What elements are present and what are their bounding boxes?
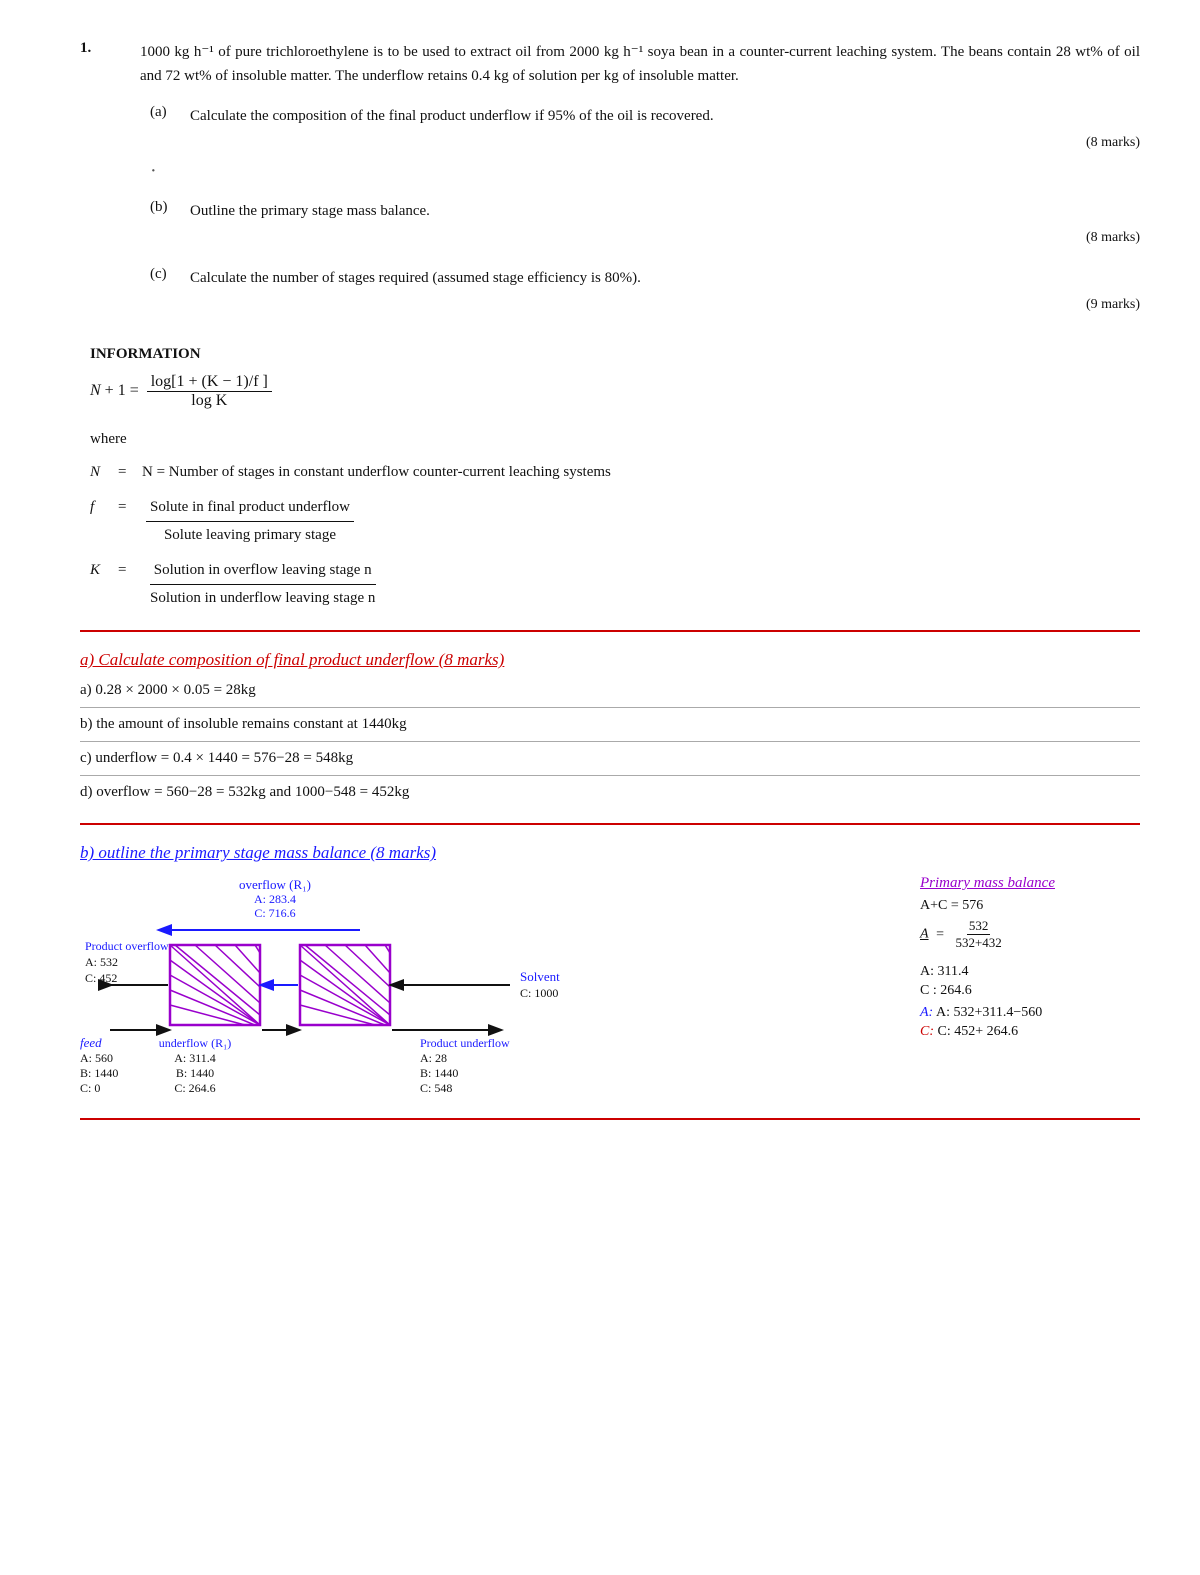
sub-a-label: (a) bbox=[150, 104, 180, 154]
pmc-line6: C: 452+ 264.6 bbox=[938, 1024, 1019, 1039]
question-number: 1. bbox=[80, 40, 120, 316]
def-f-den: Solute leaving primary stage bbox=[160, 522, 340, 549]
formula-block: N + 1 = log[1 + (K − 1)/f ] log K bbox=[90, 373, 1140, 410]
def-k-var: K bbox=[90, 557, 108, 584]
primary-mass-balance: Primary mass balance A+C = 576 A = 532 5… bbox=[920, 875, 1140, 1043]
answer-b-section: b) outline the primary stage mass balanc… bbox=[80, 843, 1140, 1100]
answer-b-title: b) outline the primary stage mass balanc… bbox=[80, 843, 1140, 863]
def-f-num: Solute in final product underflow bbox=[146, 494, 354, 522]
formula-numerator: log[1 + (K − 1)/f ] bbox=[147, 373, 272, 392]
sub-b-text: Outline the primary stage mass balance. bbox=[190, 203, 430, 219]
info-title: INFORMATION bbox=[90, 346, 1140, 363]
product-overflow-label: Product overflow bbox=[85, 939, 169, 953]
divider-a2 bbox=[80, 741, 1140, 742]
product-underflow-B: B: 1440 bbox=[420, 1066, 458, 1080]
def-k-desc: Solution in overflow leaving stage n Sol… bbox=[142, 557, 1140, 612]
sub-c-text: Calculate the number of stages required … bbox=[190, 270, 641, 286]
red-divider-2 bbox=[80, 823, 1140, 825]
where-label: where bbox=[90, 426, 1140, 453]
answer-a-line-a: a) 0.28 × 2000 × 0.05 = 28kg bbox=[80, 678, 1140, 703]
underflow-B: B: 1440 bbox=[176, 1066, 214, 1080]
sub-c-marks: (9 marks) bbox=[190, 294, 1140, 316]
sub-c-label: (c) bbox=[150, 266, 180, 316]
answer-a-title: a) Calculate composition of final produc… bbox=[80, 650, 1140, 670]
product-underflow-C: C: 548 bbox=[420, 1081, 452, 1095]
pmc-frac-line: A = 532 532+432 bbox=[920, 918, 1140, 951]
feed-label: feed bbox=[80, 1035, 102, 1050]
pmc-frac-A: A bbox=[920, 927, 929, 942]
diagram-wrapper: overflow (R₁) A: 283.4 C: 716.6 bbox=[80, 875, 1140, 1100]
product-underflow-label: Product underflow bbox=[420, 1036, 510, 1050]
def-f-var: f bbox=[90, 494, 108, 521]
where-block: where N = N = Number of stages in consta… bbox=[90, 426, 1140, 612]
answer-a-line-d: d) overflow = 560−28 = 532kg and 1000−54… bbox=[80, 780, 1140, 805]
def-k-fraction: Solution in overflow leaving stage n Sol… bbox=[146, 557, 379, 612]
pmc-frac-den: 532+432 bbox=[953, 935, 1003, 951]
divider-a3 bbox=[80, 775, 1140, 776]
sub-a-marks: (8 marks) bbox=[190, 132, 1140, 154]
pmc-line1: A+C = 576 bbox=[920, 898, 1140, 914]
def-n-eq: = bbox=[118, 459, 132, 486]
def-f-fraction: Solute in final product underflow Solute… bbox=[146, 494, 354, 549]
pmc-frac-eq: = bbox=[936, 927, 944, 942]
underflow-label: underflow (R₁) bbox=[159, 1036, 232, 1050]
pmc-frac-num: 532 bbox=[967, 918, 991, 935]
feed-B: B: 1440 bbox=[80, 1066, 118, 1080]
product-overflow-A: A: 532 bbox=[85, 955, 118, 969]
feed-A: A: 560 bbox=[80, 1051, 113, 1065]
sub-b-label: (b) bbox=[150, 199, 180, 249]
def-k-eq: = bbox=[118, 557, 132, 584]
red-divider-1 bbox=[80, 630, 1140, 632]
def-f-desc: Solute in final product underflow Solute… bbox=[142, 494, 1140, 549]
question-body: 1000 kg h⁻¹ of pure trichloroethylene is… bbox=[140, 40, 1140, 88]
formula-fraction: log[1 + (K − 1)/f ] log K bbox=[147, 373, 272, 410]
solvent-C: C: 1000 bbox=[520, 986, 558, 1000]
answer-a-section: a) Calculate composition of final produc… bbox=[80, 650, 1140, 805]
product-underflow-A: A: 28 bbox=[420, 1051, 447, 1065]
dot-decoration: · bbox=[150, 160, 1140, 183]
def-k-num: Solution in overflow leaving stage n bbox=[150, 557, 376, 585]
sub-b-marks: (8 marks) bbox=[190, 227, 1140, 249]
underflow-A: A: 311.4 bbox=[174, 1051, 216, 1065]
formula-n-label: N bbox=[90, 382, 101, 399]
def-f-eq: = bbox=[118, 494, 132, 521]
overflow-C: C: 716.6 bbox=[254, 906, 295, 920]
pmc-line4: C : 264.6 bbox=[920, 983, 1140, 999]
def-k-den: Solution in underflow leaving stage n bbox=[146, 585, 379, 612]
stage-diagram-svg: overflow (R₁) A: 283.4 C: 716.6 bbox=[80, 875, 640, 1095]
formula-denominator: log K bbox=[187, 392, 231, 410]
diagram-area: overflow (R₁) A: 283.4 C: 716.6 bbox=[80, 875, 900, 1100]
overflow-A: A: 283.4 bbox=[254, 892, 296, 906]
overflow-label: overflow (R₁) bbox=[239, 877, 311, 892]
pmc-line3: A: 311.4 bbox=[920, 964, 1140, 980]
pmc-fraction: 532 532+432 bbox=[953, 918, 1003, 951]
sub-a-text: Calculate the composition of the final p… bbox=[190, 108, 714, 124]
underflow-C: C: 264.6 bbox=[174, 1081, 215, 1095]
pmc-line5: A: 532+311.4−560 bbox=[936, 1005, 1042, 1020]
feed-C: C: 0 bbox=[80, 1081, 100, 1095]
pmc-a-label: A: bbox=[920, 1005, 933, 1020]
def-n-desc: N = Number of stages in constant underfl… bbox=[142, 459, 1140, 486]
answer-a-line-b: b) the amount of insoluble remains const… bbox=[80, 712, 1140, 737]
answer-a-line-c: c) underflow = 0.4 × 1440 = 576−28 = 548… bbox=[80, 746, 1140, 771]
def-n-var: N bbox=[90, 459, 108, 486]
pmc-c-label: C: bbox=[920, 1024, 934, 1039]
divider-a1 bbox=[80, 707, 1140, 708]
solvent-label: Solvent bbox=[520, 969, 560, 984]
product-overflow-C: C: 452 bbox=[85, 971, 117, 985]
pmc-title: Primary mass balance bbox=[920, 875, 1140, 892]
red-divider-final bbox=[80, 1118, 1140, 1120]
